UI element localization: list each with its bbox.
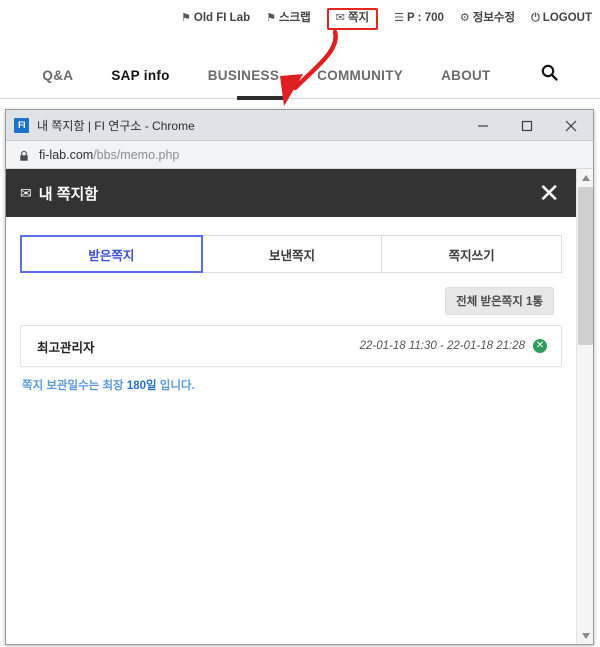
page-viewport: ✉ 내 쪽지함 ✕ 받은쪽지 보낸쪽지 쪽지쓰기 전체 받은쪽지 1통 최고관리…: [6, 169, 593, 644]
url-domain: fi-lab.com: [39, 147, 94, 162]
envelope-icon: ✉: [335, 12, 345, 25]
memo-count-row: 전체 받은쪽지 1통: [6, 287, 554, 315]
nav-active-indicator: [237, 96, 285, 100]
power-icon: ⏻: [531, 12, 540, 25]
page-scrollbar[interactable]: [576, 169, 593, 644]
scroll-up-icon[interactable]: [577, 169, 593, 186]
memo-close-button[interactable]: ✕: [538, 180, 560, 206]
main-nav: Q&A SAP info BUSINESS COMMUNITY ABOUT: [0, 52, 600, 98]
message-date: 22-01-18 11:30 - 22-01-18 21:28: [359, 340, 525, 352]
util-old-fi-lab[interactable]: ⚑ Old FI Lab: [181, 12, 251, 25]
retention-notice: 쪽지 보관일수는 최장 180일 입니다.: [22, 377, 576, 393]
nav-item-qa[interactable]: Q&A: [42, 68, 73, 83]
page-title: 내 쪽지함: [38, 185, 99, 203]
nav-item-business[interactable]: BUSINESS: [208, 68, 279, 83]
chrome-window: FI 내 쪽지함 | FI 연구소 - Chrome fi-lab.com/bb…: [5, 109, 594, 645]
window-titlebar[interactable]: FI 내 쪽지함 | FI 연구소 - Chrome: [6, 110, 593, 141]
nav-item-community[interactable]: COMMUNITY: [317, 68, 403, 83]
tab-sent[interactable]: 보낸쪽지: [201, 235, 383, 273]
util-label: Old FI Lab: [193, 12, 251, 24]
scroll-down-icon[interactable]: [577, 627, 593, 644]
util-label: 쪽지: [347, 12, 370, 24]
delete-icon[interactable]: ✕: [533, 339, 547, 353]
message-meta: 22-01-18 11:30 - 22-01-18 21:28 ✕: [360, 339, 547, 353]
tab-received[interactable]: 받은쪽지: [20, 235, 203, 273]
nav-item-about[interactable]: ABOUT: [441, 68, 491, 83]
util-scrap[interactable]: ⚑ 스크랩: [266, 12, 311, 25]
window-controls: [461, 110, 593, 141]
maximize-icon[interactable]: [505, 110, 549, 141]
utility-nav: ⚑ Old FI Lab ⚑ 스크랩 ✉ 쪽지 ☰ P : 700 ⚙ 정보수정…: [181, 8, 592, 30]
search-icon[interactable]: [541, 64, 558, 86]
notice-suffix: 입니다.: [156, 380, 195, 392]
memo-tabs: 받은쪽지 보낸쪽지 쪽지쓰기: [20, 235, 563, 273]
util-label: 정보수정: [472, 12, 516, 24]
nav-divider: [0, 98, 600, 99]
total-received-button[interactable]: 전체 받은쪽지 1통: [445, 287, 554, 315]
address-bar[interactable]: fi-lab.com/bbs/memo.php: [6, 141, 593, 169]
close-icon[interactable]: [549, 110, 593, 141]
scrollbar-thumb[interactable]: [578, 187, 593, 345]
message-row[interactable]: 최고관리자 22-01-18 11:30 - 22-01-18 21:28 ✕: [20, 325, 562, 367]
pin-icon: ⚑: [266, 12, 276, 25]
list-icon: ☰: [394, 12, 405, 25]
util-label: P : 700: [407, 12, 444, 24]
favicon: FI: [14, 117, 29, 133]
util-logout[interactable]: ⏻ LOGOUT: [531, 12, 592, 25]
lock-icon: [18, 149, 30, 161]
util-points[interactable]: ☰ P : 700: [394, 12, 444, 25]
background-website: ⚑ Old FI Lab ⚑ 스크랩 ✉ 쪽지 ☰ P : 700 ⚙ 정보수정…: [0, 0, 600, 108]
url-path: /bbs/memo.php: [93, 147, 180, 162]
flag-icon: ⚑: [181, 12, 191, 25]
minimize-icon[interactable]: [461, 110, 505, 141]
tab-compose[interactable]: 쪽지쓰기: [381, 235, 563, 273]
notice-prefix: 쪽지 보관일수는 최장: [22, 380, 127, 392]
screenshot-root: ⚑ Old FI Lab ⚑ 스크랩 ✉ 쪽지 ☰ P : 700 ⚙ 정보수정…: [0, 0, 600, 647]
util-label: 스크랩: [279, 12, 311, 24]
window-title: 내 쪽지함 | FI 연구소 - Chrome: [37, 118, 195, 133]
gear-icon: ⚙: [459, 12, 470, 25]
memo-header-title-group: ✉ 내 쪽지함: [20, 183, 98, 204]
util-label: LOGOUT: [542, 12, 592, 24]
envelope-icon: ✉: [20, 185, 32, 201]
nav-item-sap-info[interactable]: SAP info: [111, 68, 169, 83]
url-text: fi-lab.com/bbs/memo.php: [39, 148, 179, 162]
message-sender: 최고관리자: [37, 340, 95, 355]
notice-days: 180일: [126, 380, 157, 392]
util-memo-highlighted[interactable]: ✉ 쪽지: [326, 8, 379, 30]
memo-page: ✉ 내 쪽지함 ✕ 받은쪽지 보낸쪽지 쪽지쓰기 전체 받은쪽지 1통 최고관리…: [6, 169, 576, 644]
util-edit-info[interactable]: ⚙ 정보수정: [459, 12, 516, 25]
memo-header: ✉ 내 쪽지함 ✕: [6, 169, 576, 217]
